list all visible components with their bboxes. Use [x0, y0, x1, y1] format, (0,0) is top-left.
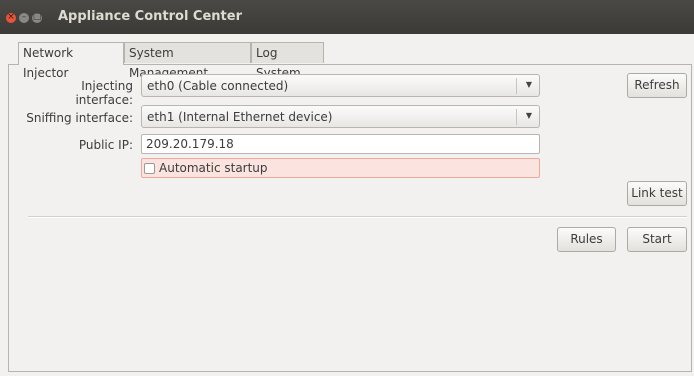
injecting-interface-label: Injecting interface: [75, 79, 133, 107]
refresh-button[interactable]: Refresh [627, 73, 687, 98]
link-test-button[interactable]: Link test [627, 181, 687, 206]
automatic-startup-checkbox[interactable] [144, 163, 155, 174]
start-button[interactable]: Start [627, 227, 687, 252]
tab-network-injector[interactable]: Network Injector [18, 42, 124, 80]
window-titlebar: × – □ Appliance Control Center [0, 0, 694, 34]
tab-system-management[interactable]: System Management [124, 42, 251, 80]
injecting-interface-value: eth0 (Cable connected) [147, 79, 289, 93]
combo-separator [516, 109, 517, 125]
chevron-down-icon: ▼ [525, 80, 532, 89]
combo-separator [516, 78, 517, 94]
maximize-icon[interactable]: □ [32, 12, 42, 23]
public-ip-value: 209.20.179.18 [146, 137, 234, 151]
chevron-down-icon: ▼ [525, 111, 532, 120]
window-title: Appliance Control Center [58, 9, 242, 24]
section-divider [28, 216, 687, 218]
tab-log-system[interactable]: Log System [251, 42, 324, 80]
sniffing-interface-select[interactable]: eth1 (Internal Ethernet device) ▼ [141, 105, 540, 128]
public-ip-field[interactable]: 209.20.179.18 [141, 134, 540, 154]
sniffing-interface-value: eth1 (Internal Ethernet device) [147, 110, 333, 124]
close-icon[interactable]: × [6, 12, 16, 23]
injecting-interface-select[interactable]: eth0 (Cable connected) ▼ [141, 74, 540, 97]
automatic-startup-label: Automatic startup [159, 161, 268, 175]
minimize-icon[interactable]: – [19, 12, 29, 23]
sniffing-interface-label: Sniffing interface: [26, 111, 133, 125]
automatic-startup-row[interactable]: Automatic startup [141, 158, 540, 178]
public-ip-label: Public IP: [78, 138, 133, 152]
rules-button[interactable]: Rules [557, 227, 616, 252]
